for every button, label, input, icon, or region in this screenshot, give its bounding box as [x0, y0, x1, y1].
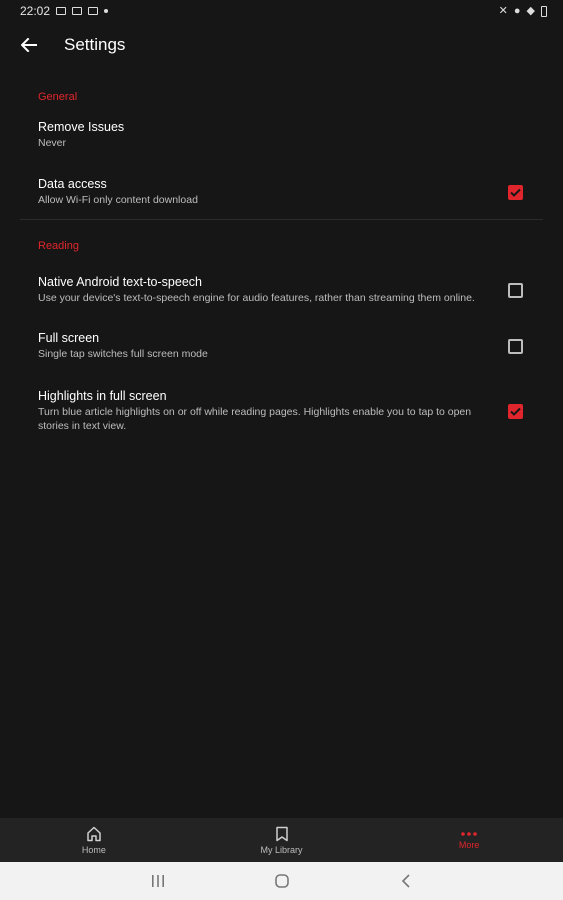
setting-subtitle: Never: [38, 137, 67, 149]
back-button[interactable]: [0, 22, 58, 68]
setting-title: Native Android text-to-speech: [38, 275, 202, 289]
setting-remove-issues[interactable]: Remove Issues Never: [0, 113, 563, 157]
page-title: Settings: [64, 35, 126, 54]
data-access-checkbox[interactable]: [508, 184, 523, 200]
nav-label: More: [458, 839, 480, 850]
battery-icon: [541, 5, 547, 17]
setting-title: Full screen: [38, 331, 100, 345]
gallery-notification-icon: [56, 7, 67, 15]
checkmark-icon: [510, 188, 521, 197]
setting-highlights[interactable]: Highlights in full screen Turn blue arti…: [0, 382, 563, 440]
back-system-button[interactable]: [344, 862, 468, 900]
bookmark-icon: [275, 826, 288, 841]
location-icon: ●: [513, 4, 521, 17]
status-left: 22:02: [20, 4, 109, 18]
native-tts-checkbox[interactable]: [508, 282, 523, 298]
system-nav-bar: [0, 862, 563, 900]
chevron-left-icon: [401, 874, 410, 888]
setting-text: Data access Allow Wi-Fi only content dow…: [38, 177, 198, 207]
setting-subtitle: Allow Wi-Fi only content download: [38, 194, 198, 206]
wifi-icon: ◆: [526, 4, 535, 17]
setting-data-access[interactable]: Data access Allow Wi-Fi only content dow…: [0, 170, 563, 214]
setting-text: Native Android text-to-speech Use your d…: [38, 275, 475, 305]
status-right: ✕ ● ◆: [498, 4, 547, 17]
recent-apps-button[interactable]: [96, 862, 220, 900]
nav-label: Home: [81, 844, 106, 855]
nav-home[interactable]: Home: [0, 818, 188, 862]
home-icon: [87, 826, 101, 841]
home-system-button[interactable]: [220, 862, 344, 900]
nav-label: My Library: [260, 844, 303, 855]
status-time: 22:02: [20, 4, 51, 18]
setting-title: Highlights in full screen: [38, 389, 167, 403]
image-notification-icon: [88, 7, 99, 15]
home-circle-icon: [274, 874, 289, 888]
app-bar: Settings: [0, 22, 563, 68]
setting-text: Highlights in full screen Turn blue arti…: [38, 389, 478, 433]
nav-more[interactable]: More: [375, 818, 563, 862]
recents-icon: [151, 875, 164, 887]
app-root: 22:02 ✕ ● ◆ Settings General Remove Issu…: [0, 0, 563, 900]
section-header-reading: Reading: [38, 240, 79, 252]
more-notifications-icon: [104, 9, 109, 13]
section-divider: [20, 219, 543, 220]
full-screen-checkbox[interactable]: [508, 338, 523, 354]
photo-notification-icon: [72, 7, 83, 15]
bottom-nav: Home My Library More: [0, 818, 563, 862]
more-dots-icon: [461, 831, 477, 836]
mute-icon: ✕: [498, 4, 508, 17]
highlights-checkbox[interactable]: [508, 403, 523, 419]
setting-text: Full screen Single tap switches full scr…: [38, 331, 208, 361]
setting-native-tts[interactable]: Native Android text-to-speech Use your d…: [0, 261, 563, 319]
section-header-general: General: [38, 91, 78, 103]
setting-text: Remove Issues Never: [38, 120, 124, 150]
nav-my-library[interactable]: My Library: [188, 818, 376, 862]
setting-full-screen[interactable]: Full screen Single tap switches full scr…: [0, 324, 563, 368]
setting-title: Data access: [38, 177, 107, 191]
setting-subtitle: Use your device's text-to-speech engine …: [38, 292, 475, 304]
setting-subtitle: Single tap switches full screen mode: [38, 348, 208, 360]
status-bar: 22:02 ✕ ● ◆: [0, 0, 563, 22]
setting-subtitle: Turn blue article highlights on or off w…: [38, 406, 472, 432]
arrow-back-icon: [21, 38, 37, 52]
settings-list: General Remove Issues Never Data access …: [0, 78, 563, 440]
checkmark-icon: [510, 407, 521, 416]
setting-title: Remove Issues: [38, 120, 125, 134]
